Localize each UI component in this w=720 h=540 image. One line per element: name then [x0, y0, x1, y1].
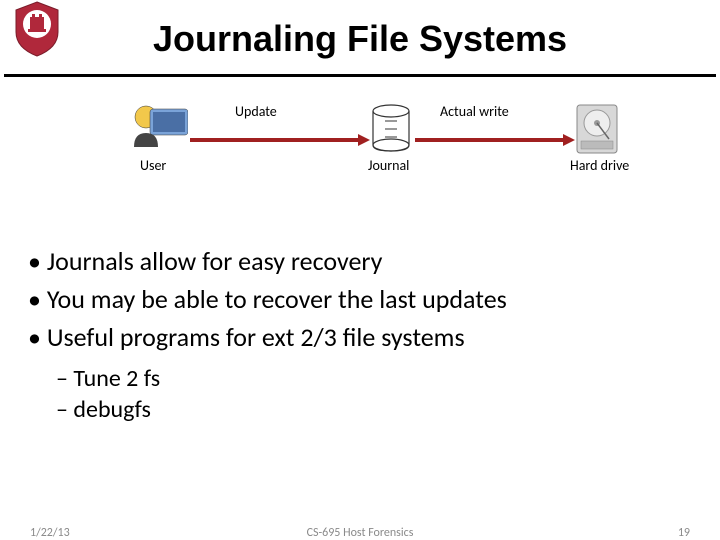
sub-bullet-item: debugfs — [56, 395, 720, 424]
bullet-list: Journals allow for easy recovery You may… — [28, 245, 692, 354]
footer-date: 1/22/13 — [30, 526, 70, 540]
hard-drive-icon — [575, 103, 619, 160]
journaling-diagram: Update Actual write — [40, 95, 680, 215]
footer-course: CS-695 Host Forensics — [307, 526, 414, 540]
journal-icon — [370, 103, 412, 158]
sub-bullet-list: Tune 2 fs debugfs — [56, 364, 720, 424]
bullet-item: Journals allow for easy recovery — [28, 245, 692, 279]
arrow-actual-write — [415, 133, 575, 152]
arrow-update — [190, 133, 370, 152]
sub-bullet-item: Tune 2 fs — [56, 364, 720, 393]
footer-page-number: 19 — [678, 526, 690, 540]
hard-drive-label: Hard drive — [570, 157, 629, 174]
user-label: User — [140, 157, 166, 174]
user-icon — [130, 103, 188, 156]
bullet-item: You may be able to recover the last upda… — [28, 283, 692, 317]
journal-label: Journal — [368, 157, 409, 174]
actual-write-label: Actual write — [440, 103, 509, 120]
slide-title: Journaling File Systems — [0, 0, 720, 74]
university-seal-logo — [8, 0, 66, 58]
update-label: Update — [235, 103, 277, 120]
bullet-item: Useful programs for ext 2/3 file systems — [28, 321, 692, 355]
title-divider — [4, 74, 716, 77]
